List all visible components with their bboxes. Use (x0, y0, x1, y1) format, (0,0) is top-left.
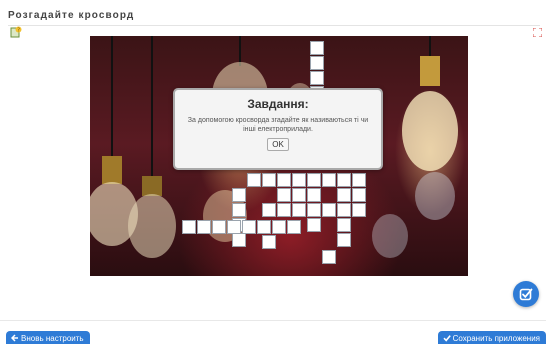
crossword-cell[interactable] (197, 220, 211, 234)
crossword-cell[interactable] (337, 233, 351, 247)
crossword-cell[interactable] (292, 188, 306, 202)
crossword-cell[interactable] (307, 203, 321, 217)
check-answers-button[interactable] (513, 281, 539, 307)
crossword-cell[interactable] (337, 203, 351, 217)
save-button[interactable]: Сохранить приложения (437, 331, 546, 344)
dialog-title: Завдання: (247, 97, 309, 111)
page-title: Розгадайте кросворд (8, 10, 135, 21)
save-button-label: Сохранить приложения (452, 334, 540, 343)
task-dialog: Завдання: За допомогою кросворда згадайт… (173, 88, 383, 170)
crossword-cell[interactable] (277, 173, 291, 187)
crossword-cell[interactable] (352, 203, 366, 217)
crossword-cell[interactable] (307, 188, 321, 202)
crossword-cell[interactable] (322, 203, 336, 217)
dialog-text: За допомогою кросворда згадайте як назив… (187, 117, 369, 133)
crossword-cell[interactable] (292, 173, 306, 187)
check-icon (519, 288, 533, 301)
crossword-cell[interactable] (277, 188, 291, 202)
crossword-cell[interactable] (232, 203, 246, 217)
checkmark-icon (443, 335, 451, 342)
crossword-cell[interactable] (257, 220, 271, 234)
crossword-cell[interactable] (227, 220, 241, 234)
crossword-cell[interactable] (352, 173, 366, 187)
crossword-cell[interactable] (242, 220, 256, 234)
crossword-cell[interactable] (272, 220, 286, 234)
crossword-cell[interactable] (322, 250, 336, 264)
crossword-cell[interactable] (212, 220, 226, 234)
back-button[interactable]: Вновь настроить (6, 331, 90, 344)
crossword-cell[interactable] (310, 56, 324, 70)
crossword-cell[interactable] (262, 173, 276, 187)
crossword-cell[interactable] (182, 220, 196, 234)
crossword-cell[interactable] (262, 203, 276, 217)
crossword-cell[interactable] (307, 173, 321, 187)
fullscreen-icon[interactable] (533, 28, 542, 37)
ok-button[interactable]: OK (267, 138, 289, 151)
crossword-cell[interactable] (337, 173, 351, 187)
bottom-divider (0, 320, 546, 321)
help-icon[interactable]: ? (10, 26, 22, 38)
crossword-cell[interactable] (277, 203, 291, 217)
crossword-cell[interactable] (352, 188, 366, 202)
crossword-cell[interactable] (287, 220, 301, 234)
back-button-label: Вновь настроить (21, 334, 84, 343)
crossword-cell[interactable] (247, 173, 261, 187)
crossword-cell[interactable] (262, 235, 276, 249)
arrow-left-icon (11, 334, 18, 342)
crossword-cell[interactable] (232, 233, 246, 247)
crossword-cell[interactable] (310, 71, 324, 85)
svg-text:?: ? (17, 27, 20, 33)
crossword-cell[interactable] (337, 188, 351, 202)
crossword-cell[interactable] (310, 41, 324, 55)
title-divider (8, 25, 540, 26)
crossword-cell[interactable] (232, 188, 246, 202)
crossword-cell[interactable] (292, 203, 306, 217)
crossword-cell[interactable] (337, 218, 351, 232)
crossword-cell[interactable] (322, 173, 336, 187)
crossword-cell[interactable] (307, 218, 321, 232)
